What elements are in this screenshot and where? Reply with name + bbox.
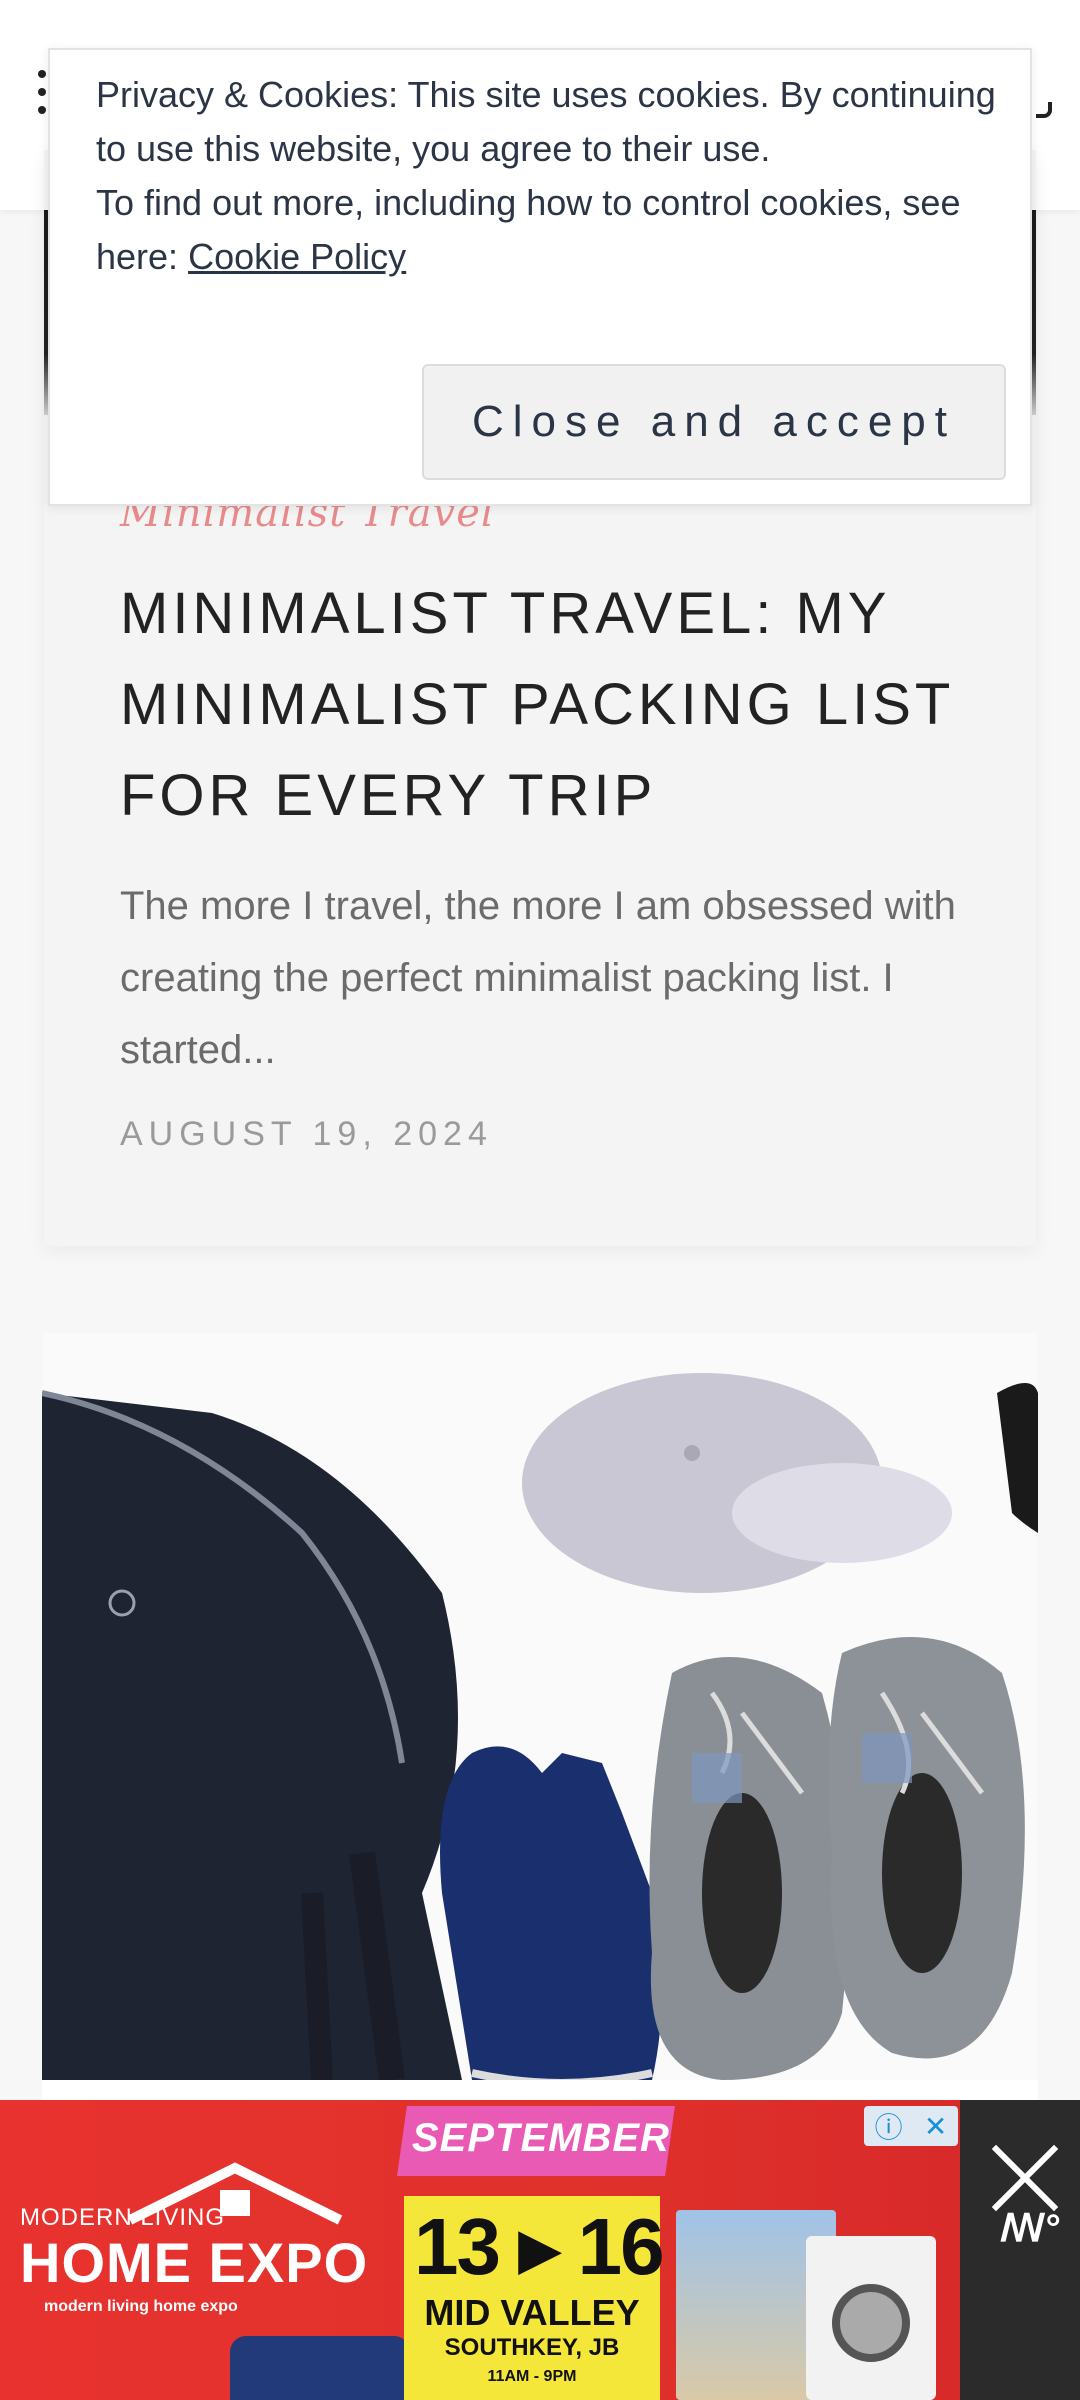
search-icon[interactable] (1036, 102, 1052, 118)
post-excerpt: The more I travel, the more I am obsesse… (120, 884, 956, 1072)
ad-brand-small: MODERN LIVING (20, 2204, 226, 2231)
packing-items-photo (42, 1333, 1038, 2080)
sofa-image (230, 2336, 410, 2400)
ad-creative[interactable]: MODERN LIVING HOME EXPO modern living ho… (0, 2100, 960, 2400)
ad-network-logo: ꟿ° (1000, 2208, 1061, 2250)
ad-banner[interactable]: MODERN LIVING HOME EXPO modern living ho… (0, 2100, 1080, 2400)
cookie-policy-link[interactable]: Cookie Policy (188, 236, 406, 277)
ad-dismiss-x-icon[interactable]: ✕ (924, 2110, 947, 2143)
ad-brand-big: HOME EXPO (20, 2231, 369, 2294)
ad-month: SEPTEMBER (412, 2116, 670, 2160)
close-and-accept-button[interactable]: Close and accept (422, 364, 1006, 480)
cookie-notice-line1: Privacy & Cookies: This site uses cookie… (96, 74, 996, 169)
ad-choices-badge[interactable]: ⓘ ✕ (864, 2106, 958, 2146)
ad-hours: 11AM - 9PM (487, 2368, 577, 2385)
cookie-notice-text: Privacy & Cookies: This site uses cookie… (96, 68, 1006, 284)
cookie-banner: Privacy & Cookies: This site uses cookie… (48, 48, 1032, 506)
post-title[interactable]: MINIMALIST TRAVEL: MY MINIMALIST PACKING… (120, 568, 980, 841)
ad-social-handle: modern living home expo (44, 2298, 238, 2315)
post-card-2-image[interactable] (42, 1333, 1038, 2080)
info-icon[interactable]: ⓘ (875, 2106, 903, 2146)
ad-dates: 13 ▸ 16 (414, 2202, 665, 2291)
washer-door (832, 2284, 910, 2362)
post-date: AUGUST 19, 2024 (120, 1115, 493, 1153)
ad-city: SOUTHKEY, JB (444, 2334, 620, 2361)
ad-venue: MID VALLEY (424, 2292, 640, 2333)
